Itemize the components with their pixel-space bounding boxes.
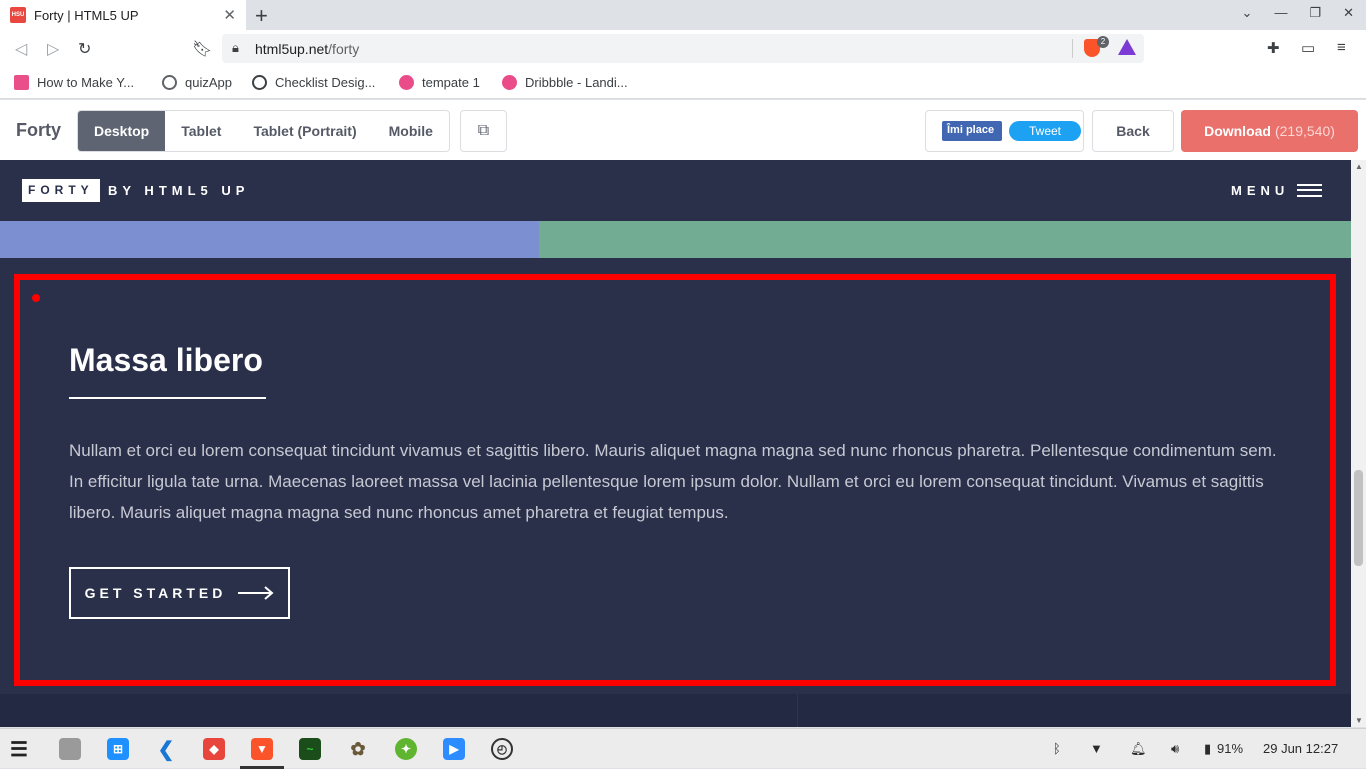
bookmark-item[interactable]: How to Make Y...: [14, 75, 134, 90]
bookmark-item[interactable]: Dribbble - Landi...: [502, 75, 628, 90]
social-buttons: Îmi place Tweet: [925, 110, 1084, 152]
window-controls: ⌄ — ❐ ✕: [1242, 5, 1354, 21]
back-arrow-icon[interactable]: ◁: [15, 39, 27, 59]
menu-link[interactable]: MENU: [1231, 183, 1289, 198]
viewport-switcher: Desktop Tablet Tablet (Portrait) Mobile: [77, 110, 450, 152]
section-body: Nullam et orci eu lorem consequat tincid…: [69, 441, 1277, 522]
page-scrollbar[interactable]: ▲ ▼: [1351, 160, 1366, 727]
bookmark-favicon-icon: [14, 75, 29, 90]
tab-strip: HSU Forty | HTML5 UP ✕ + ⌄ — ❐ ✕: [0, 0, 1366, 30]
more-menu-icon[interactable]: ≡: [1337, 39, 1346, 56]
demo-bar: Forty Desktop Tablet Tablet (Portrait) M…: [0, 100, 1366, 160]
tab-title: Forty | HTML5 UP: [34, 7, 139, 23]
tile-image[interactable]: [0, 221, 539, 258]
browser-tab[interactable]: HSU Forty | HTML5 UP ✕: [0, 0, 246, 30]
maximize-icon[interactable]: ❐: [1309, 5, 1321, 21]
bookmark-label: Checklist Desig...: [275, 75, 376, 90]
vscode-icon[interactable]: ❮: [155, 738, 177, 761]
download-button[interactable]: Download (219,540): [1181, 110, 1358, 152]
bluetooth-icon[interactable]: ᛒ: [1053, 741, 1061, 756]
site-header: FORTY BY HTML5 UP MENU: [0, 160, 1351, 221]
zorin-menu-icon[interactable]: ☰: [8, 738, 30, 761]
url-text: html5up.net/forty: [255, 41, 359, 57]
wifi-icon[interactable]: ▼: [1090, 741, 1103, 756]
back-button[interactable]: Back: [1092, 110, 1174, 152]
html5up-favicon-icon: HSU: [10, 7, 26, 23]
new-tab-button[interactable]: +: [255, 3, 268, 29]
lock-icon[interactable]: 🔒︎: [232, 40, 239, 56]
viewport-mobile-button[interactable]: Mobile: [373, 111, 449, 151]
arrow-right-icon: [238, 586, 274, 600]
extensions-icon[interactable]: ✚: [1267, 39, 1280, 57]
get-started-label: GET STARTED: [84, 585, 227, 601]
next-section: [0, 694, 796, 727]
zoom-icon[interactable]: ▶: [443, 738, 465, 760]
divider: [1072, 39, 1073, 58]
bookmark-item[interactable]: Checklist Desig...: [252, 75, 375, 90]
shield-count-badge: 2: [1097, 36, 1109, 48]
notification-bell-icon[interactable]: 🔔︎: [1130, 741, 1147, 757]
wallet-icon[interactable]: ▭: [1301, 39, 1315, 57]
tweet-button[interactable]: Tweet: [1009, 121, 1081, 141]
bookmark-item[interactable]: tempate 1: [399, 75, 480, 90]
download-count: (219,540): [1274, 123, 1335, 139]
taskbar: ☰ ⊞ ❮ ◆ ▼ ~ ✿ ✦ ▶ ◴ ᛒ ▼ 🔔︎ 🔊︎ ▮ 91% 29 J…: [0, 728, 1366, 769]
page-viewport: FORTY BY HTML5 UP MENU Massa libero Null…: [0, 160, 1351, 727]
content-section: Massa libero Nullam et orci eu lorem con…: [0, 258, 1351, 694]
files-icon[interactable]: [59, 738, 81, 760]
volume-icon[interactable]: 🔊︎: [1171, 741, 1179, 757]
forward-arrow-icon[interactable]: ▷: [47, 39, 59, 59]
viewport-desktop-button[interactable]: Desktop: [78, 111, 166, 151]
battery-percent: 91%: [1217, 741, 1244, 756]
chevron-down-icon[interactable]: ⌄: [1242, 5, 1253, 21]
checklist-icon: [252, 75, 267, 90]
site-logo[interactable]: FORTY: [22, 179, 100, 202]
tile-image[interactable]: [539, 221, 1351, 258]
download-label: Download: [1204, 123, 1271, 139]
get-started-button[interactable]: GET STARTED: [69, 567, 290, 619]
site-logo-by[interactable]: BY HTML5 UP: [108, 183, 249, 198]
reload-icon[interactable]: ↻: [78, 39, 91, 59]
compass-icon[interactable]: ✦: [395, 738, 417, 760]
brave-rewards-icon[interactable]: [1118, 39, 1136, 55]
next-section: [797, 694, 1351, 727]
bookmark-item[interactable]: quizApp: [162, 75, 232, 90]
url-host: html5up.net: [255, 41, 329, 57]
bookmark-icon[interactable]: 🔖︎: [192, 39, 212, 59]
git-icon[interactable]: ◆: [203, 738, 225, 760]
clock-datetime[interactable]: 29 Jun 12:27: [1263, 741, 1338, 756]
bookmarks-bar: How to Make Y... quizApp Checklist Desig…: [0, 68, 1366, 99]
facebook-like-button[interactable]: Îmi place: [942, 121, 1002, 141]
gimp-icon[interactable]: ✿: [347, 738, 369, 760]
bookmark-label: How to Make Y...: [37, 75, 135, 90]
scroll-down-icon[interactable]: ▼: [1355, 716, 1363, 725]
dribbble-icon: [502, 75, 517, 90]
close-window-icon[interactable]: ✕: [1343, 5, 1354, 21]
hamburger-icon[interactable]: [1297, 184, 1322, 197]
address-bar[interactable]: 🔒︎ html5up.net/forty 2: [222, 34, 1144, 63]
close-icon[interactable]: ✕: [223, 6, 236, 24]
open-external-icon[interactable]: ⧉: [460, 110, 507, 152]
system-monitor-icon[interactable]: ~: [299, 738, 321, 760]
url-path: /forty: [328, 41, 360, 57]
bookmark-label: tempate 1: [422, 75, 480, 90]
software-store-icon[interactable]: ⊞: [107, 738, 129, 760]
brave-icon[interactable]: ▼: [251, 738, 273, 760]
dribbble-icon: [399, 75, 414, 90]
minimize-icon[interactable]: —: [1274, 5, 1287, 21]
battery-icon[interactable]: ▮: [1204, 741, 1211, 757]
clock-icon[interactable]: ◴: [491, 738, 513, 760]
globe-icon: [162, 75, 177, 90]
title-underline: [69, 397, 266, 399]
bookmark-label: Dribbble - Landi...: [525, 75, 628, 90]
scroll-up-icon[interactable]: ▲: [1355, 162, 1363, 171]
viewport-tablet-portrait-button[interactable]: Tablet (Portrait): [237, 111, 372, 151]
demo-logo[interactable]: Forty: [16, 120, 61, 141]
bookmark-label: quizApp: [185, 75, 232, 90]
scrollbar-thumb[interactable]: [1354, 470, 1363, 566]
section-title: Massa libero: [69, 342, 263, 378]
viewport-tablet-button[interactable]: Tablet: [165, 111, 237, 151]
highlight-dot: [32, 294, 40, 302]
